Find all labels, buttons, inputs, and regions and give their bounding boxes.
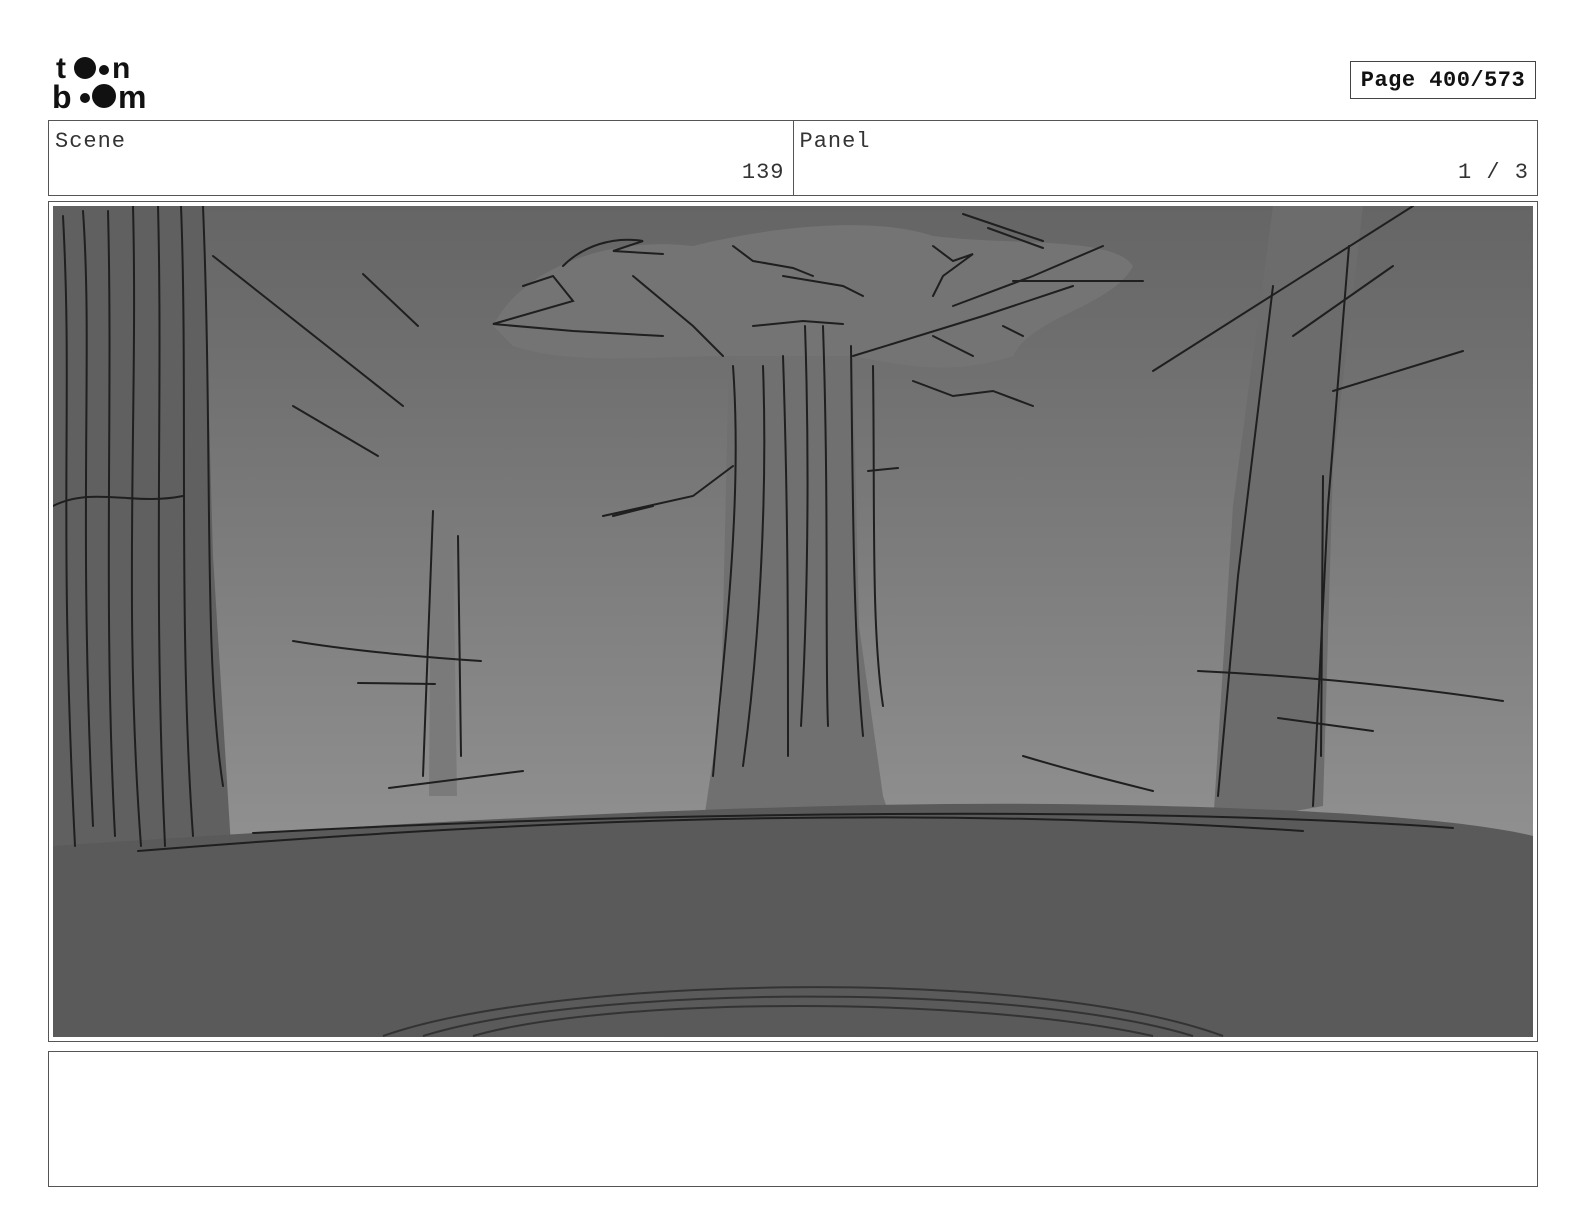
page-indicator: Page 400/573 [1350, 61, 1536, 99]
panel-number: 1 / 3 [1457, 160, 1529, 185]
scene-cell: Scene 139 [49, 121, 793, 195]
panel-notes-box [48, 1051, 1538, 1187]
storyboard-sketch [53, 206, 1533, 1037]
forest-sketch-drawing [53, 206, 1533, 1037]
toon-boom-logo: t n b m [52, 50, 164, 112]
svg-text:b: b [52, 79, 72, 112]
distant-trunk [429, 526, 457, 796]
logo-mark: t n b m [52, 52, 146, 112]
svg-text:m: m [118, 79, 146, 112]
scene-label: Scene [55, 129, 127, 154]
storyboard-panel-frame [48, 201, 1538, 1042]
scene-panel-info: Scene 139 Panel 1 / 3 [48, 120, 1538, 196]
panel-label: Panel [799, 129, 871, 154]
panel-cell: Panel 1 / 3 [792, 121, 1538, 195]
scene-number: 139 [741, 160, 785, 185]
